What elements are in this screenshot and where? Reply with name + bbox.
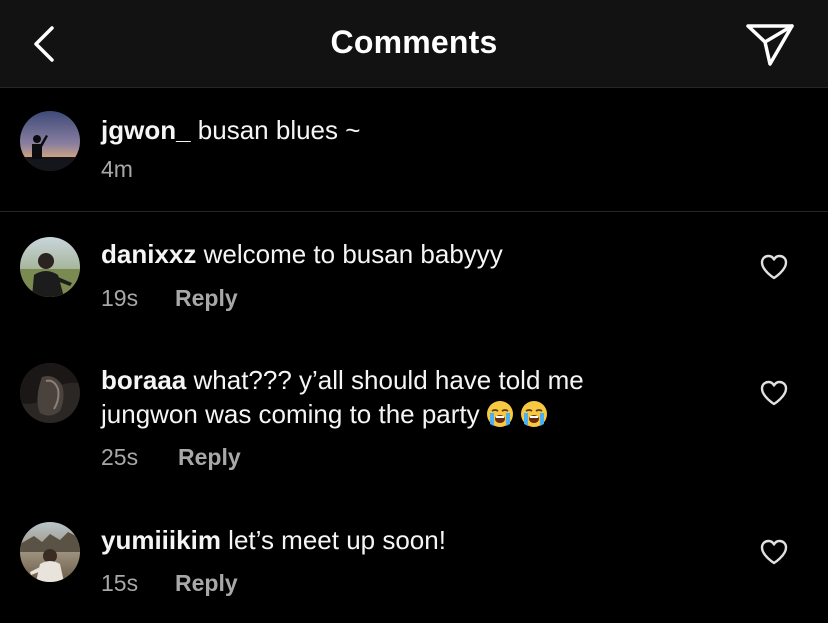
caption-text: busan blues ~ bbox=[197, 115, 361, 145]
avatar[interactable] bbox=[20, 237, 80, 297]
crying-face-icon bbox=[520, 401, 547, 427]
back-button[interactable] bbox=[28, 24, 62, 64]
comment-timestamp: 15s bbox=[101, 570, 139, 596]
comment-text: welcome to busan babyyy bbox=[203, 239, 503, 269]
comment-text: what??? y’all should have told me bbox=[193, 365, 584, 395]
avatar[interactable] bbox=[20, 111, 80, 171]
comment-text-continued: jungwon was coming to the party bbox=[101, 399, 480, 429]
comment-text: let’s meet up soon! bbox=[228, 525, 446, 555]
header-bar: Comments bbox=[0, 0, 828, 88]
page-title: Comments bbox=[330, 24, 498, 60]
crying-face-icon bbox=[486, 401, 513, 427]
comment-username[interactable]: yumiiikim bbox=[101, 525, 221, 555]
chevron-left-icon bbox=[34, 26, 54, 62]
heart-icon[interactable] bbox=[759, 253, 789, 281]
caption-timestamp: 4m bbox=[101, 156, 133, 182]
comment-timestamp: 19s bbox=[101, 285, 139, 311]
share-button[interactable] bbox=[744, 20, 796, 68]
caption-username[interactable]: jgwon_ bbox=[101, 115, 191, 145]
reply-button[interactable]: Reply bbox=[175, 569, 238, 597]
comment-username[interactable]: danixxz bbox=[101, 239, 196, 269]
avatar[interactable] bbox=[20, 522, 80, 582]
heart-icon[interactable] bbox=[759, 538, 789, 566]
reply-button[interactable]: Reply bbox=[178, 443, 241, 471]
post-caption: jgwon_ busan blues ~ 4m bbox=[0, 88, 828, 212]
comment-timestamp: 25s bbox=[101, 444, 139, 470]
avatar[interactable] bbox=[20, 363, 80, 423]
comment-username[interactable]: boraaa bbox=[101, 365, 186, 395]
reply-button[interactable]: Reply bbox=[175, 284, 238, 312]
paper-plane-icon bbox=[746, 24, 794, 66]
heart-icon[interactable] bbox=[759, 379, 789, 407]
